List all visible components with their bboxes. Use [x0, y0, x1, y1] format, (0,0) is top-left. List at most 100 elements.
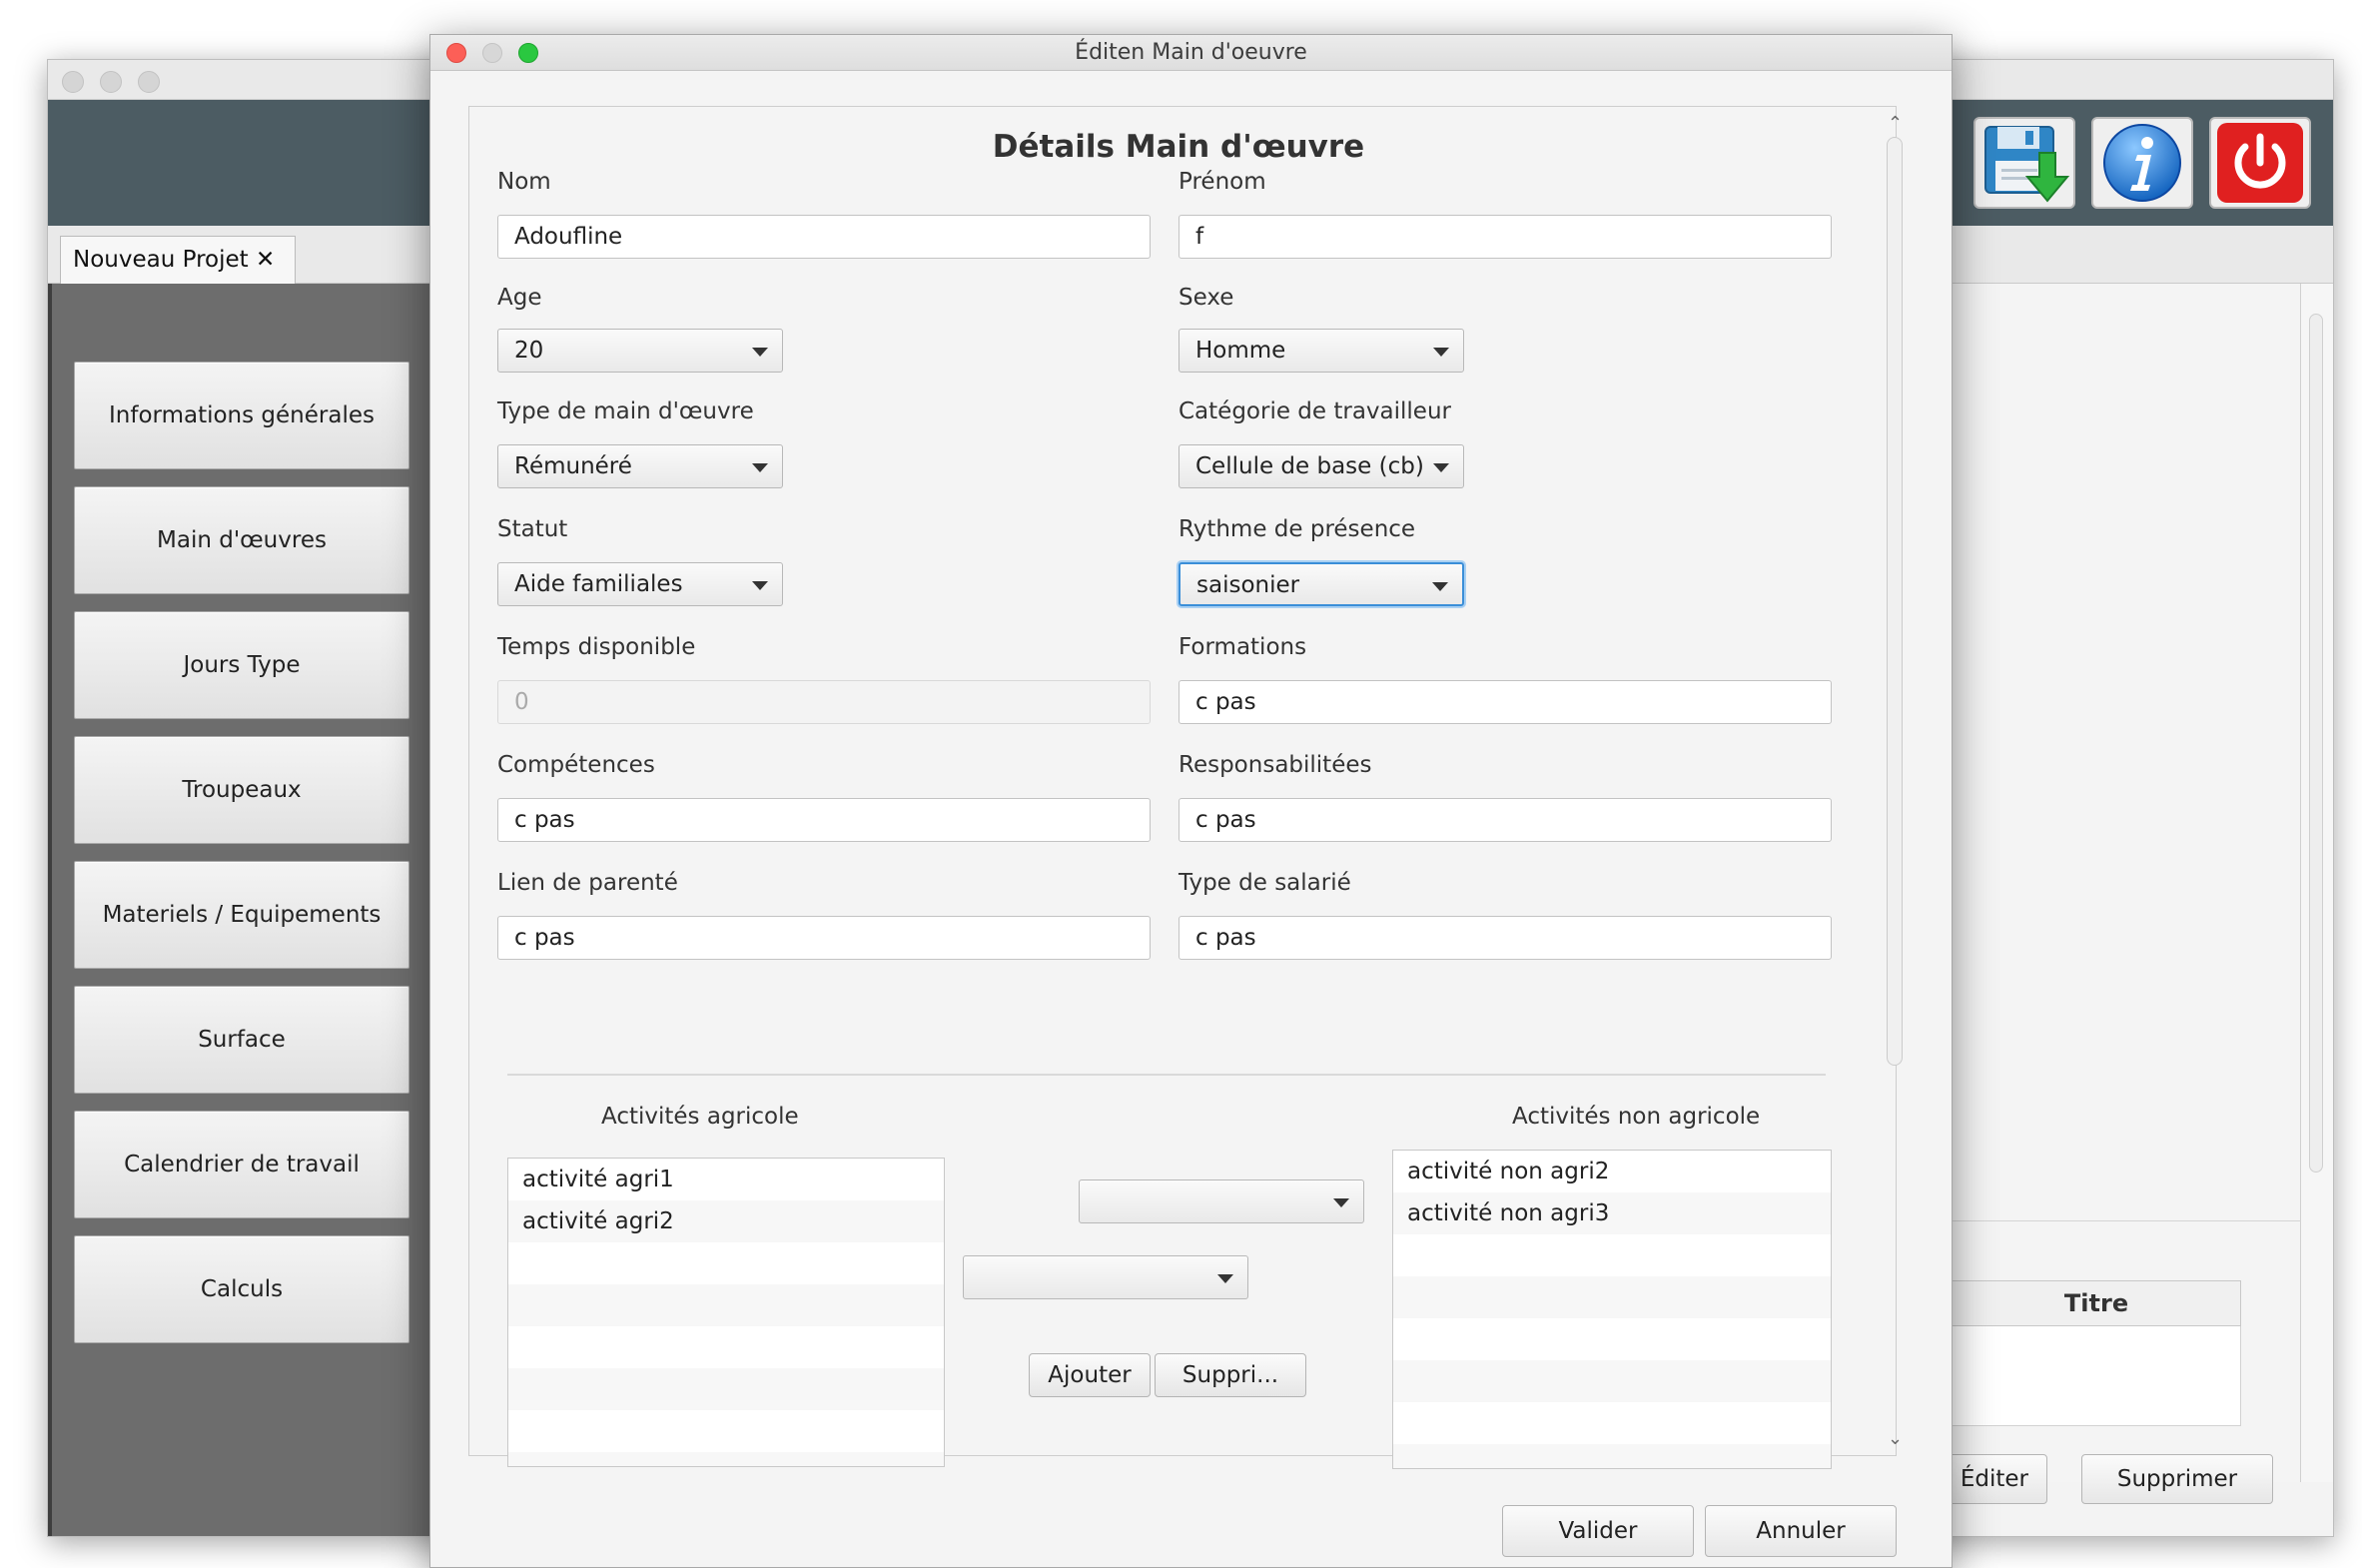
chevron-down-icon: [1217, 1274, 1233, 1283]
chevron-down-icon: [752, 348, 768, 357]
empty-row: [1393, 1360, 1831, 1402]
save-button[interactable]: [1973, 117, 2075, 209]
competences-label: Compétences: [497, 752, 655, 778]
empty-row: [1393, 1444, 1831, 1468]
tab-nouveau-projet[interactable]: Nouveau Projet ✕: [60, 236, 296, 284]
empty-row: [1393, 1402, 1831, 1444]
chevron-down-icon: [1433, 348, 1449, 357]
categorie-select[interactable]: Cellule de base (cb): [1179, 444, 1464, 488]
delete-button[interactable]: Supprimer: [2081, 1454, 2273, 1504]
sexe-value: Homme: [1195, 338, 1286, 364]
responsabilites-label: Responsabilitées: [1179, 752, 1372, 778]
valider-button[interactable]: Valider: [1502, 1505, 1694, 1557]
nav-calculs[interactable]: Calculs: [74, 1235, 409, 1343]
prenom-label: Prénom: [1179, 169, 1266, 195]
formations-label: Formations: [1179, 634, 1307, 660]
table-header-titre[interactable]: Titre: [1952, 1280, 2241, 1326]
prenom-field[interactable]: f: [1179, 215, 1832, 259]
chevron-down-icon: [752, 463, 768, 472]
activites-non-agricole-label: Activités non agricole: [1512, 1104, 1761, 1130]
power-button[interactable]: [2209, 117, 2311, 209]
info-icon: [2103, 124, 2181, 202]
dialog-scroll-thumb[interactable]: [1887, 137, 1903, 1066]
annuler-button[interactable]: Annuler: [1705, 1505, 1897, 1557]
empty-row: [508, 1284, 944, 1326]
chevron-down-icon: [752, 581, 768, 590]
statut-label: Statut: [497, 516, 568, 542]
lien-label: Lien de parenté: [497, 870, 678, 896]
statut-select[interactable]: Aide familiales: [497, 562, 783, 606]
list-item[interactable]: activité non agri3: [1393, 1192, 1831, 1234]
rythme-select[interactable]: saisonier: [1179, 562, 1464, 606]
main-close-button[interactable]: [62, 71, 84, 93]
list-item[interactable]: activité agri1: [508, 1159, 944, 1200]
add-activity-button[interactable]: Ajouter: [1029, 1353, 1151, 1397]
nav-troupeaux[interactable]: Troupeaux: [74, 736, 409, 844]
dialog-title: Éditen Main d'oeuvre: [1075, 40, 1307, 65]
sexe-label: Sexe: [1179, 285, 1234, 311]
dialog-titlebar: Éditen Main d'oeuvre: [430, 35, 1952, 71]
agri-activity-select[interactable]: [1079, 1179, 1364, 1223]
remove-activity-button[interactable]: Suppri...: [1155, 1353, 1306, 1397]
type-main-select[interactable]: Rémunéré: [497, 444, 783, 488]
empty-row: [508, 1452, 944, 1466]
nav-materiels-equipements[interactable]: Materiels / Equipements: [74, 861, 409, 969]
chevron-down-icon: [1333, 1198, 1349, 1207]
scroll-down-icon[interactable]: ⌄: [1888, 1428, 1903, 1449]
agri-activities-list[interactable]: activité agri1 activité agri2: [507, 1158, 945, 1467]
non-agri-activity-select[interactable]: [963, 1255, 1248, 1299]
empty-row: [1393, 1318, 1831, 1360]
age-label: Age: [497, 285, 542, 311]
lien-field[interactable]: c pas: [497, 916, 1151, 960]
section-divider: [507, 1074, 1826, 1076]
main-zoom-button[interactable]: [138, 71, 160, 93]
content-scrollbar[interactable]: [2303, 288, 2329, 1420]
dialog-scrollbar[interactable]: ⌃ ⌄: [1881, 107, 1909, 1455]
power-icon: [2217, 123, 2303, 203]
type-salarie-field[interactable]: c pas: [1179, 916, 1832, 960]
categorie-label: Catégorie de travailleur: [1179, 398, 1451, 424]
competences-field[interactable]: c pas: [497, 798, 1151, 842]
nav-calendrier-de-travail[interactable]: Calendrier de travail: [74, 1111, 409, 1218]
content-scroll-thumb[interactable]: [2309, 314, 2323, 1173]
list-item[interactable]: activité agri2: [508, 1200, 944, 1242]
type-main-value: Rémunéré: [514, 453, 632, 479]
formations-field[interactable]: c pas: [1179, 680, 1832, 724]
rythme-value: saisonier: [1196, 572, 1300, 598]
chevron-down-icon: [1433, 463, 1449, 472]
list-item[interactable]: activité non agri2: [1393, 1151, 1831, 1192]
categorie-value: Cellule de base (cb): [1195, 453, 1424, 479]
nav-main-doeuvres[interactable]: Main d'œuvres: [74, 486, 409, 594]
statut-value: Aide familiales: [514, 571, 683, 597]
age-value: 20: [514, 338, 544, 364]
nav-informations-generales[interactable]: Informations générales: [74, 362, 409, 469]
nav-jours-type[interactable]: Jours Type: [74, 611, 409, 719]
chevron-down-icon: [1432, 582, 1448, 591]
info-button[interactable]: [2091, 117, 2193, 209]
nom-field[interactable]: Adoufline: [497, 215, 1151, 259]
empty-row: [508, 1242, 944, 1284]
type-salarie-label: Type de salarié: [1179, 870, 1351, 896]
sexe-select[interactable]: Homme: [1179, 329, 1464, 373]
empty-row: [508, 1368, 944, 1410]
temps-field: 0: [497, 680, 1151, 724]
empty-row: [1393, 1234, 1831, 1276]
scroll-up-icon[interactable]: ⌃: [1888, 113, 1903, 134]
main-minimize-button[interactable]: [100, 71, 122, 93]
table-body: [1952, 1326, 2241, 1426]
age-select[interactable]: 20: [497, 329, 783, 373]
type-main-label: Type de main d'œuvre: [497, 398, 754, 424]
responsabilites-field[interactable]: c pas: [1179, 798, 1832, 842]
empty-row: [1393, 1276, 1831, 1318]
details-panel: Détails Main d'œuvre Nom Adoufline Préno…: [468, 106, 1897, 1469]
nav-surface[interactable]: Surface: [74, 986, 409, 1094]
edit-dialog: Éditen Main d'oeuvre Détails Main d'œuvr…: [429, 34, 1953, 1568]
rythme-label: Rythme de présence: [1179, 516, 1416, 542]
empty-row: [508, 1410, 944, 1452]
save-icon: [1984, 126, 2070, 203]
activites-agricole-label: Activités agricole: [601, 1104, 799, 1130]
temps-label: Temps disponible: [497, 634, 696, 660]
non-agri-activities-list[interactable]: activité non agri2 activité non agri3: [1392, 1150, 1832, 1469]
sidebar: Informations générales Main d'œuvres Jou…: [48, 284, 429, 1536]
content-separator: [1952, 1220, 2301, 1221]
